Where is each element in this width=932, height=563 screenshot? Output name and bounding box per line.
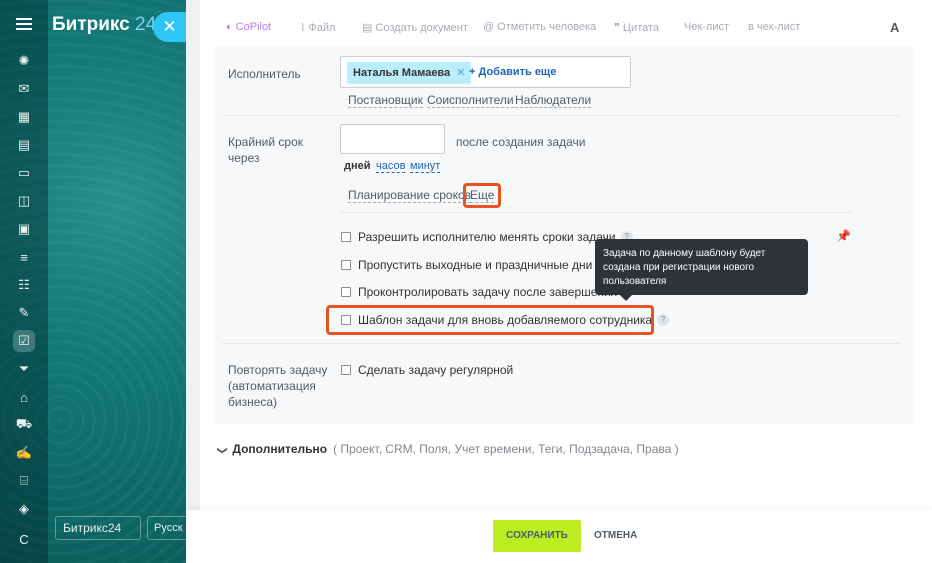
- calendar-icon[interactable]: ▦: [13, 106, 35, 128]
- coexecutors-link[interactable]: Соисполнители: [427, 93, 514, 108]
- responsible-selector[interactable]: Наталья Мамаева ✕ + Добавить еще: [340, 56, 631, 88]
- company-icon[interactable]: ⌂: [13, 386, 35, 408]
- create-document-label: Создать документ: [375, 22, 468, 34]
- person-name: Наталья Мамаева: [353, 67, 451, 79]
- add-more-label: Добавить еще: [478, 66, 557, 78]
- option-skip-weekends[interactable]: Пропустить выходные и праздничные дни?: [341, 258, 610, 272]
- repeat-label: Повторять задачу (автоматизация бизнеса): [228, 363, 328, 409]
- quote-button[interactable]: ❞ Цитата: [614, 21, 659, 34]
- checkbox[interactable]: [341, 232, 351, 242]
- app-logo[interactable]: Битрикс 24: [52, 14, 156, 36]
- deadline-label: Крайний срок через: [228, 135, 304, 165]
- option-label: Проконтролировать задачу после завершени…: [358, 285, 618, 299]
- observers-link[interactable]: Наблюдатели: [515, 93, 592, 108]
- format-button[interactable]: A: [890, 20, 899, 35]
- checkbox[interactable]: [341, 260, 351, 270]
- mention-button[interactable]: @ Отметить человека: [483, 21, 596, 33]
- highlight-new-employee-option: [326, 305, 654, 335]
- activity-icon[interactable]: ✺: [13, 50, 35, 72]
- person-chip[interactable]: Наталья Мамаева ✕: [347, 62, 472, 84]
- option-control-after-finish[interactable]: Проконтролировать задачу после завершени…: [341, 285, 617, 299]
- option-make-recurring[interactable]: Сделать задачу регулярной: [341, 363, 513, 377]
- file-button[interactable]: ⌇ Файл: [300, 21, 335, 34]
- paperclip-icon: ⌇: [300, 22, 306, 34]
- option-label: Разрешить исполнителю менять сроки задач…: [358, 230, 616, 244]
- sign-icon[interactable]: ✍: [13, 442, 35, 464]
- drive-icon[interactable]: ▣: [13, 218, 35, 240]
- checkbox[interactable]: [341, 287, 351, 297]
- user-initial[interactable]: С: [13, 528, 35, 550]
- additional-title: Дополнительно: [232, 442, 328, 456]
- save-button[interactable]: СОХРАНИТЬ: [493, 520, 581, 552]
- editor-toolbar: ◐ CoPilot ⌇ Файл ▤ Создать документ @ Отмети…: [214, 14, 914, 42]
- box-icon[interactable]: ◈: [13, 498, 35, 520]
- filter-icon[interactable]: ⏷: [13, 358, 35, 380]
- left-rail: ✺ ✉ ▦ ▤ ▭ ◫ ▣ ≡ ☷ ✎ ☑ ⏷ ⌂ ⛟ ✍ ⌸ ◈ С: [0, 0, 48, 563]
- language-badge[interactable]: Русск: [147, 516, 186, 540]
- divider: [222, 343, 900, 344]
- additional-section-toggle[interactable]: ❯ Дополнительно ( Проект, CRM, Поля, Учет …: [216, 442, 679, 456]
- checklist-button[interactable]: Чек-лист: [684, 21, 729, 33]
- unit-hours[interactable]: часов: [376, 160, 406, 173]
- unit-days[interactable]: дней: [344, 160, 371, 172]
- cart-icon[interactable]: ⛟: [13, 414, 35, 436]
- help-icon[interactable]: ?: [657, 314, 670, 326]
- add-more-button[interactable]: + Добавить еще: [469, 66, 556, 78]
- checkbox[interactable]: [341, 365, 351, 375]
- cancel-button[interactable]: ОТМЕНА: [594, 530, 637, 541]
- users-icon[interactable]: ☷: [13, 274, 35, 296]
- planning-link[interactable]: Планирование сроков: [348, 188, 472, 203]
- option-label: Пропустить выходные и праздничные дни: [358, 258, 593, 272]
- after-creation-text: после создания задачи: [456, 135, 586, 149]
- to-checklist-button[interactable]: в чек-лист: [748, 21, 800, 33]
- remove-person-icon[interactable]: ✕: [456, 67, 465, 79]
- edit-icon[interactable]: ✎: [13, 302, 35, 324]
- tasks-icon[interactable]: ☑: [13, 330, 35, 352]
- help-tooltip: Задача по данному шаблону будет создана …: [595, 239, 808, 301]
- divider: [222, 115, 900, 116]
- bitrix24-badge[interactable]: Битрикс24: [55, 516, 141, 540]
- crm-icon[interactable]: ≡: [13, 246, 35, 268]
- quote-label: Цитата: [622, 22, 660, 34]
- divider: [340, 212, 852, 213]
- document-icon[interactable]: ▤: [13, 134, 35, 156]
- create-document-button[interactable]: ▤ Создать документ: [362, 21, 468, 34]
- mention-label: Отметить человека: [497, 21, 597, 33]
- mail-icon[interactable]: ✉: [13, 78, 35, 100]
- close-slider-button[interactable]: ✕: [153, 12, 186, 42]
- pin-icon[interactable]: 📌: [836, 229, 851, 243]
- logo-text: Битрикс: [52, 14, 130, 35]
- deadline-input[interactable]: [340, 124, 445, 154]
- chevron-down-icon: ❯: [216, 446, 228, 455]
- document-icon: ▤: [362, 22, 373, 34]
- unit-minutes[interactable]: минут: [410, 160, 441, 173]
- file-label: Файл: [308, 22, 336, 34]
- creator-link[interactable]: Постановщик: [348, 93, 423, 108]
- highlight-more: [463, 183, 501, 208]
- copilot-button[interactable]: ◐ CoPilot: [226, 21, 271, 33]
- store-icon[interactable]: ⌸: [13, 470, 35, 492]
- additional-items: ( Проект, CRM, Поля, Учет времени, Теги,…: [333, 442, 679, 456]
- option-allow-change-deadline[interactable]: Разрешить исполнителю менять сроки задач…: [341, 230, 633, 244]
- copilot-label: CoPilot: [235, 21, 272, 33]
- option-label: Сделать задачу регулярной: [358, 363, 514, 377]
- menu-icon[interactable]: [16, 18, 32, 30]
- contact-card-icon[interactable]: ▭: [13, 162, 35, 184]
- responsible-label: Исполнитель: [228, 67, 301, 81]
- quote-icon: ❞: [614, 22, 620, 34]
- chat-icon[interactable]: ◫: [13, 190, 35, 212]
- copilot-icon: ◐: [226, 21, 233, 33]
- at-icon: @: [483, 21, 495, 33]
